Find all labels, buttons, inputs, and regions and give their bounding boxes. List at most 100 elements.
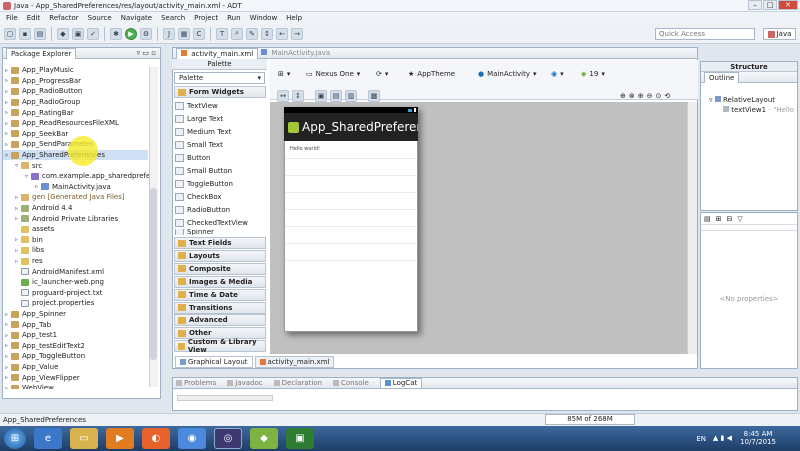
media-player-icon[interactable]: ▶ — [106, 428, 134, 449]
palette-widget[interactable]: CheckBox — [175, 190, 265, 203]
tree-item[interactable]: ▹ App_RatingBar — [3, 107, 74, 118]
activity-chooser[interactable]: ● MainActivity ▾ — [478, 68, 537, 80]
layout-width-icon[interactable]: ↔ — [277, 90, 289, 102]
minimize-button[interactable]: – — [748, 0, 762, 10]
run-icon[interactable]: ▶ — [125, 27, 137, 40]
palette-category[interactable]: Layouts — [174, 249, 266, 262]
memory-indicator[interactable]: 85M of 268M — [545, 414, 635, 425]
java-perspective-button[interactable]: Java — [763, 28, 796, 40]
tray-icons[interactable]: ▲ ▮ ◀ — [713, 434, 732, 442]
debug-icon[interactable]: ✱ — [110, 27, 122, 40]
camtasia-icon[interactable]: ▣ — [286, 428, 314, 449]
palette-widget[interactable]: TextView — [175, 100, 265, 113]
start-button[interactable]: ⊞ — [4, 428, 26, 449]
palette-widget[interactable]: Medium Text — [175, 126, 265, 139]
palette-widget[interactable]: Small Button — [175, 165, 265, 178]
tree-item[interactable]: ▹ WebView — [3, 383, 54, 389]
preview-icon[interactable]: ▩ — [368, 90, 380, 102]
tree-item[interactable]: assets — [3, 224, 54, 235]
expand-all-icon[interactable]: ⊞ — [716, 215, 722, 223]
palette-widget[interactable]: ToggleButton — [175, 177, 265, 190]
language-indicator[interactable]: EN — [696, 435, 706, 443]
quick-access-input[interactable]: Quick Access — [655, 28, 755, 40]
tree-item[interactable]: ▹ App_Value — [3, 362, 58, 373]
distribute-icon[interactable]: ▥ — [345, 90, 357, 102]
menu-navigate[interactable]: Navigate — [121, 14, 152, 22]
palette-category[interactable]: Advanced — [174, 314, 266, 327]
tree-item[interactable]: ▹ App_ViewFlipper — [3, 372, 80, 383]
menu-refactor[interactable]: Refactor — [49, 14, 78, 22]
layout-height-icon[interactable]: ↕ — [292, 90, 304, 102]
outline-tab[interactable]: Outline — [704, 71, 740, 83]
new-icon[interactable]: ▢ — [4, 27, 16, 40]
console-tab-console[interactable]: Console — [333, 379, 377, 387]
new-java-project-icon[interactable]: J — [163, 27, 175, 40]
orientation-button[interactable]: ⟳ ▾ — [376, 68, 388, 80]
menu-edit[interactable]: Edit — [27, 14, 41, 22]
external-tools-icon[interactable]: ⚙ — [140, 27, 152, 40]
filter-icon[interactable]: ▽ — [737, 215, 742, 223]
palette-category[interactable]: Transitions — [174, 301, 266, 314]
print-icon[interactable]: ▤ — [34, 27, 46, 40]
outline-item-textview[interactable]: textView1 - "Hello — [709, 105, 797, 115]
tree-item[interactable]: ▹ Android Private Libraries — [3, 213, 118, 224]
explorer-icon[interactable]: ▭ — [70, 428, 98, 449]
editor-tab-mainactivity[interactable]: MainActivity.java — [261, 49, 330, 57]
palette-category[interactable]: Images & Media — [174, 275, 266, 288]
palette-widget[interactable]: RadioButton — [175, 203, 265, 216]
tree-item[interactable]: ▹ App_ReadResourcesFileXML — [3, 118, 119, 129]
palette-widget[interactable]: Small Text — [175, 139, 265, 152]
tree-item[interactable]: ▿ src — [3, 160, 42, 171]
palette-category-form-widgets[interactable]: Form Widgets — [174, 86, 266, 98]
refresh-icon[interactable]: ⟲ — [664, 92, 670, 100]
menu-file[interactable]: File — [6, 14, 18, 22]
palette-category[interactable]: Text Fields — [174, 237, 266, 249]
hello-world-textview[interactable]: Hello world! — [290, 146, 320, 152]
maximize-button[interactable]: □ — [763, 0, 777, 10]
editor-tab-activity-main[interactable]: activity_main.xml — [176, 47, 259, 59]
tree-item[interactable]: ▹ Android 4.4 — [3, 203, 72, 214]
back-icon[interactable]: ← — [276, 27, 288, 40]
tree-item[interactable]: ▹ App_testEditText2 — [3, 341, 85, 352]
outline-item-relativelayout[interactable]: ▿ RelativeLayout — [709, 95, 797, 105]
console-tab-javadoc[interactable]: Javadoc — [227, 379, 270, 387]
zoom-fit-icon[interactable]: ⊕ — [620, 92, 626, 100]
android-sdk-manager-icon[interactable]: ◆ — [250, 428, 278, 449]
console-tab-declaration[interactable]: Declaration — [273, 379, 330, 387]
tree-item[interactable]: ▹ libs — [3, 245, 44, 256]
ie-icon[interactable]: e — [34, 428, 62, 449]
search-icon[interactable]: ⌕ — [231, 27, 243, 40]
zoom-in-icon[interactable]: ⊕ — [638, 92, 644, 100]
tree-item[interactable]: ▹ App_RadioGroup — [3, 97, 80, 108]
tree-item[interactable]: ▹ res — [3, 256, 43, 267]
menu-source[interactable]: Source — [88, 14, 112, 22]
tree-item[interactable]: ▹ App_ToggleButton — [3, 351, 85, 362]
open-type-icon[interactable]: T — [216, 27, 228, 40]
theme-chooser[interactable]: ★ AppTheme — [408, 68, 455, 80]
package-explorer-tab[interactable]: Package Explorer — [6, 47, 77, 59]
new-class-icon[interactable]: C — [193, 27, 205, 40]
package-explorer-scroll-thumb[interactable] — [150, 188, 157, 360]
api-level-chooser[interactable]: ◆ 19 ▾ — [581, 68, 605, 80]
palette-widget[interactable]: Button — [175, 152, 265, 165]
palette-widget[interactable]: CheckedTextView — [175, 216, 265, 229]
zoom-out-icon[interactable]: ⊖ — [647, 92, 653, 100]
menu-run[interactable]: Run — [227, 14, 240, 22]
zoom-reset-icon[interactable]: ⊙ — [656, 92, 662, 100]
tree-item[interactable]: ▹ bin — [3, 235, 43, 246]
tree-item[interactable]: ▿ com.example.app_sharedprefer — [3, 171, 153, 182]
palette-widget[interactable]: Large Text — [175, 113, 265, 126]
tree-item[interactable]: ▹ App_test1 — [3, 330, 57, 341]
gravity-icon[interactable]: ▤ — [330, 90, 342, 102]
console-tab-logcat[interactable]: LogCat — [379, 377, 423, 389]
palette-select[interactable]: Palette ▾ — [174, 72, 265, 84]
tree-item[interactable]: ▹ MainActivity.java — [3, 182, 111, 193]
avd-manager-icon[interactable]: ▣ — [72, 27, 84, 40]
palette-category[interactable]: Custom & Library View — [174, 338, 266, 354]
palette-category[interactable]: Time & Date — [174, 288, 266, 301]
tree-item[interactable]: AndroidManifest.xml — [3, 266, 104, 277]
chrome-icon[interactable]: ◉ — [178, 428, 206, 449]
tree-item[interactable]: ic_launcher-web.png — [3, 277, 104, 288]
tree-item[interactable]: ▹ gen [Generated Java Files] — [3, 192, 125, 203]
menu-help[interactable]: Help — [286, 14, 302, 22]
